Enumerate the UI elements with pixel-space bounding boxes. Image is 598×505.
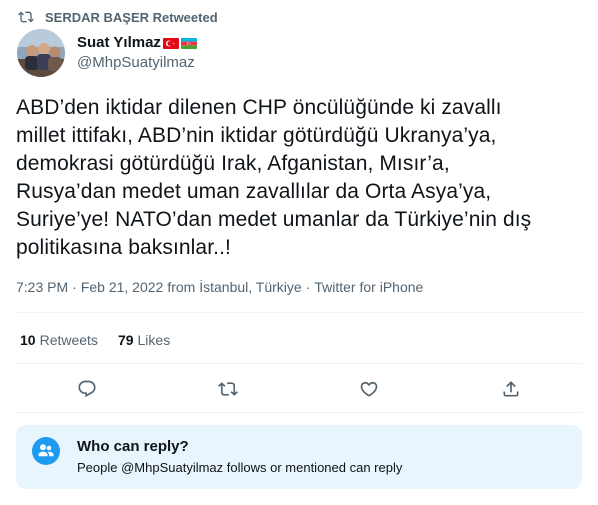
reply-card-title: Who can reply? <box>77 438 189 455</box>
people-icon <box>32 437 60 465</box>
tweet-time[interactable]: 7:23 PM <box>16 279 68 295</box>
retweet-icon <box>18 9 34 25</box>
meta-separator: · <box>305 279 311 295</box>
tweet-author: Suat Yılmaz @MhpSuatyilmaz <box>17 29 197 77</box>
tweet-location[interactable]: from İstanbul, Türkiye <box>167 279 301 295</box>
retweet-header[interactable]: SERDAR BAŞER Retweeted <box>18 7 218 27</box>
retweeter-label: SERDAR BAŞER Retweeted <box>45 9 218 25</box>
retweets-stat[interactable]: 10 Retweets <box>20 332 98 348</box>
likes-label: Likes <box>137 332 171 348</box>
reply-button[interactable] <box>74 376 100 402</box>
divider <box>16 363 582 364</box>
avatar[interactable] <box>17 29 65 77</box>
reply-icon <box>78 380 96 398</box>
likes-count: 79 <box>117 332 134 348</box>
who-can-reply-card: Who can reply? People @MhpSuatyilmaz fol… <box>16 425 582 489</box>
author-handle[interactable]: @MhpSuatyilmaz <box>77 53 197 73</box>
share-button[interactable] <box>498 376 524 402</box>
azerbaijan-flag-icon <box>180 37 197 49</box>
tweet-line: demokrasi götürdüğü Irak, Afganistan, Mı… <box>16 152 450 175</box>
share-icon <box>503 381 519 397</box>
retweets-label: Retweets <box>39 332 98 348</box>
retweet-icon <box>218 382 238 396</box>
retweet-button[interactable] <box>215 376 241 402</box>
tweet-stats: 10 Retweets 79 Likes <box>20 331 170 349</box>
retweets-count: 10 <box>20 332 36 348</box>
divider <box>16 312 582 313</box>
meta-separator: · <box>72 279 77 295</box>
reply-card-description: People @MhpSuatyilmaz follows or mention… <box>77 460 403 475</box>
tweet-source[interactable]: Twitter for iPhone <box>314 279 423 295</box>
tweet-line: politikasına baksınlar..! <box>16 236 231 259</box>
tweet-meta: 7:23 PM · Feb 21, 2022 from İstanbul, Tü… <box>16 278 423 296</box>
author-name[interactable]: Suat Yılmaz <box>77 33 161 53</box>
turkey-flag-icon <box>162 37 179 49</box>
like-icon <box>360 381 378 397</box>
action-bar <box>0 376 598 402</box>
tweet-line: millet ittifakı, ABD’nin iktidar götürdü… <box>16 124 497 147</box>
tweet-date[interactable]: Feb 21, 2022 <box>81 279 164 295</box>
tweet-line: ABD’den iktidar dilenen CHP öncülüğünde … <box>16 96 502 119</box>
likes-stat[interactable]: 79 Likes <box>118 332 170 348</box>
tweet-text: ABD’den iktidar dilenen CHP öncülüğünde … <box>16 94 586 262</box>
like-button[interactable] <box>356 376 382 402</box>
tweet-line: Rusya’dan medet uman zavallılar da Orta … <box>16 180 492 203</box>
tweet-line: Suriye’ye! NATO’dan medet umanlar da Tür… <box>16 208 532 231</box>
divider <box>16 412 582 413</box>
